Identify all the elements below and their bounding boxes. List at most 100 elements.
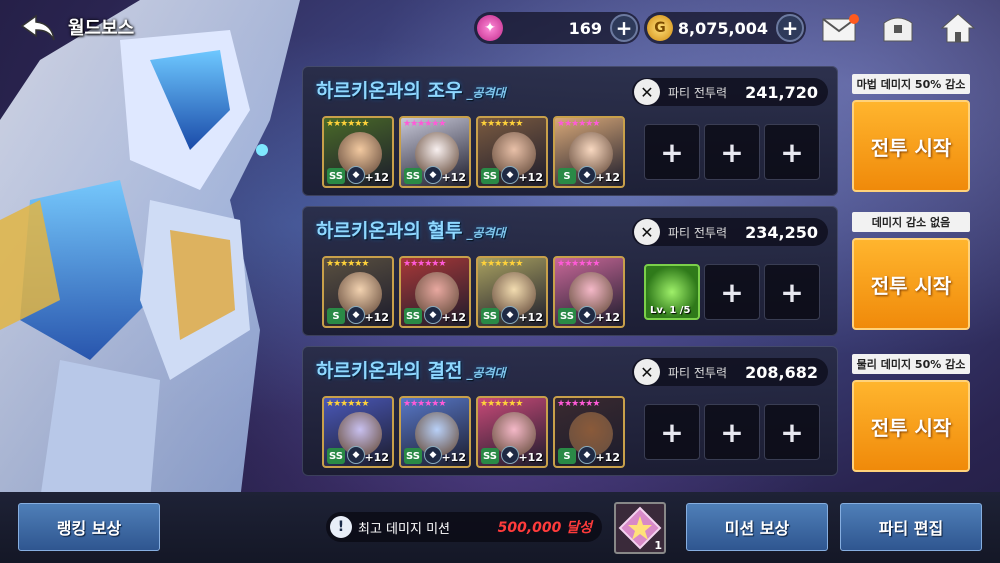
empty-slot-add-button[interactable]: + [704,404,760,460]
start-battle-button[interactable]: 전투 시작 [852,100,970,192]
inventory-button[interactable] [878,10,918,46]
hero-card[interactable]: ★★★★★★ SS ◆ +12 [322,396,394,468]
hero-stars: ★★★★★★ [326,399,369,409]
boss-illustration [0,0,300,500]
party-name: 하르키온과의 결전 _공격대 [316,360,506,382]
party-power: ✕ 파티 전투력 234,250 [632,218,828,246]
hero-stars: ★★★★★★ [480,399,523,409]
hero-card[interactable]: ★★★★★★ SS ◆ +12 [399,116,471,188]
empty-slot-add-button[interactable]: + [764,124,820,180]
damage-modifier-tag: 물리 데미지 50% 감소 [852,354,970,374]
party-power-value: 234,250 [745,222,818,242]
hero-stars: ★★★★★★ [326,119,369,129]
home-icon [940,13,976,43]
hero-class-icon: ◆ [347,446,365,464]
hero-card[interactable]: ★★★★★★ SS ◆ +12 [476,116,548,188]
party-panel: 하르키온과의 조우 _공격대 ✕ 파티 전투력 241,720 ★★★★★★ SS… [302,66,838,196]
add-gold-button[interactable]: + [776,14,804,42]
party-panel: 하르키온과의 혈투 _공격대 ✕ 파티 전투력 234,250 ★★★★★★ S … [302,206,838,336]
damage-modifier-tag: 마법 데미지 50% 감소 [852,74,970,94]
hero-grade-badge: S [558,168,576,184]
page-title: 월드보스 [68,18,135,39]
hero-grade-badge: S [327,308,345,324]
hero-card[interactable]: ★★★★★★ SS ◆ +12 [476,396,548,468]
hero-enhance-level: +12 [595,451,620,464]
mail-button[interactable] [820,10,860,46]
hero-class-icon: ◆ [424,446,442,464]
empty-slot-add-button[interactable]: + [644,124,700,180]
party-power-value: 241,720 [745,82,818,102]
mail-icon [822,14,859,42]
hero-enhance-level: +12 [364,451,389,464]
party-name: 하르키온과의 조우 _공격대 [316,80,506,102]
hero-grade-badge: SS [327,168,345,184]
party-power-label: 파티 전투력 [668,85,728,100]
hero-enhance-level: +12 [441,451,466,464]
back-button[interactable] [16,10,60,46]
hero-stars: ★★★★★★ [480,119,523,129]
hero-card[interactable]: ★★★★★★ S ◆ +12 [553,116,625,188]
empty-slot-add-button[interactable]: + [704,264,760,320]
hero-stars: ★★★★★★ [480,259,523,269]
hero-class-icon: ◆ [501,446,519,464]
hero-enhance-level: +12 [518,311,543,324]
hero-grade-badge: SS [481,448,499,464]
mission-reward-button[interactable]: 미션 보상 [686,503,828,551]
start-battle-button[interactable]: 전투 시작 [852,380,970,472]
damage-modifier-tag: 데미지 감소 없음 [852,212,970,232]
empty-slot-add-button[interactable]: + [644,404,700,460]
gold-counter: G 8,075,004 + [644,12,806,44]
gem-icon: ✦ [477,15,503,41]
hero-grade-badge: SS [558,308,576,324]
hero-stars: ★★★★★★ [557,119,600,129]
party-power: ✕ 파티 전투력 241,720 [632,78,828,106]
hero-enhance-level: +12 [364,311,389,324]
hero-card[interactable]: ★★★★★★ SS ◆ +12 [322,116,394,188]
chest-icon [883,17,913,42]
mission-label: 최고 데미지 미션 [358,521,450,537]
hero-card[interactable]: ★★★★★★ SS ◆ +12 [399,396,471,468]
gold-coin-icon: G [647,15,673,41]
info-icon: ! [330,516,352,538]
hero-card[interactable]: ★★★★★★ S ◆ +12 [322,256,394,328]
pet-slot[interactable]: Lv. 1 /5 [644,264,700,320]
empty-slot-add-button[interactable]: + [704,124,760,180]
ranking-reward-button[interactable]: 랭킹 보상 [18,503,160,551]
hero-card[interactable]: ★★★★★★ SS ◆ +12 [399,256,471,328]
hero-class-icon: ◆ [578,306,596,324]
party-power-label: 파티 전투력 [668,365,728,380]
crossed-swords-icon: ✕ [634,359,660,385]
hero-class-icon: ◆ [578,446,596,464]
hero-card[interactable]: ★★★★★★ SS ◆ +12 [476,256,548,328]
hero-class-icon: ◆ [578,166,596,184]
hero-stars: ★★★★★★ [403,259,446,269]
mission-goal: 500,000 달성 [497,520,592,536]
start-battle-button[interactable]: 전투 시작 [852,238,970,330]
mission-info: ! 최고 데미지 미션 500,000 달성 [326,512,602,542]
party-panel: 하르키온과의 결전 _공격대 ✕ 파티 전투력 208,682 ★★★★★★ SS… [302,346,838,476]
party-power: ✕ 파티 전투력 208,682 [632,358,828,386]
home-button[interactable] [938,10,978,46]
hero-class-icon: ◆ [501,306,519,324]
hero-card[interactable]: ★★★★★★ SS ◆ +12 [553,256,625,328]
empty-slot-add-button[interactable]: + [764,264,820,320]
hero-stars: ★★★★★★ [557,399,600,409]
hero-stars: ★★★★★★ [403,399,446,409]
hero-enhance-level: +12 [364,171,389,184]
party-edit-button[interactable]: 파티 편집 [840,503,982,551]
hero-card[interactable]: ★★★★★★ S ◆ +12 [553,396,625,468]
hero-grade-badge: SS [404,168,422,184]
add-gems-button[interactable]: + [610,14,638,42]
hero-enhance-level: +12 [518,451,543,464]
reward-count: 1 [654,539,662,552]
hero-class-icon: ◆ [347,166,365,184]
hero-enhance-level: +12 [441,171,466,184]
hero-grade-badge: SS [327,448,345,464]
hero-enhance-level: +12 [441,311,466,324]
pet-level: Lv. 1 /5 [650,305,691,316]
hero-grade-badge: SS [404,448,422,464]
hero-stars: ★★★★★★ [403,119,446,129]
empty-slot-add-button[interactable]: + [764,404,820,460]
mission-reward-item[interactable]: 1 [614,502,666,554]
hero-class-icon: ◆ [347,306,365,324]
